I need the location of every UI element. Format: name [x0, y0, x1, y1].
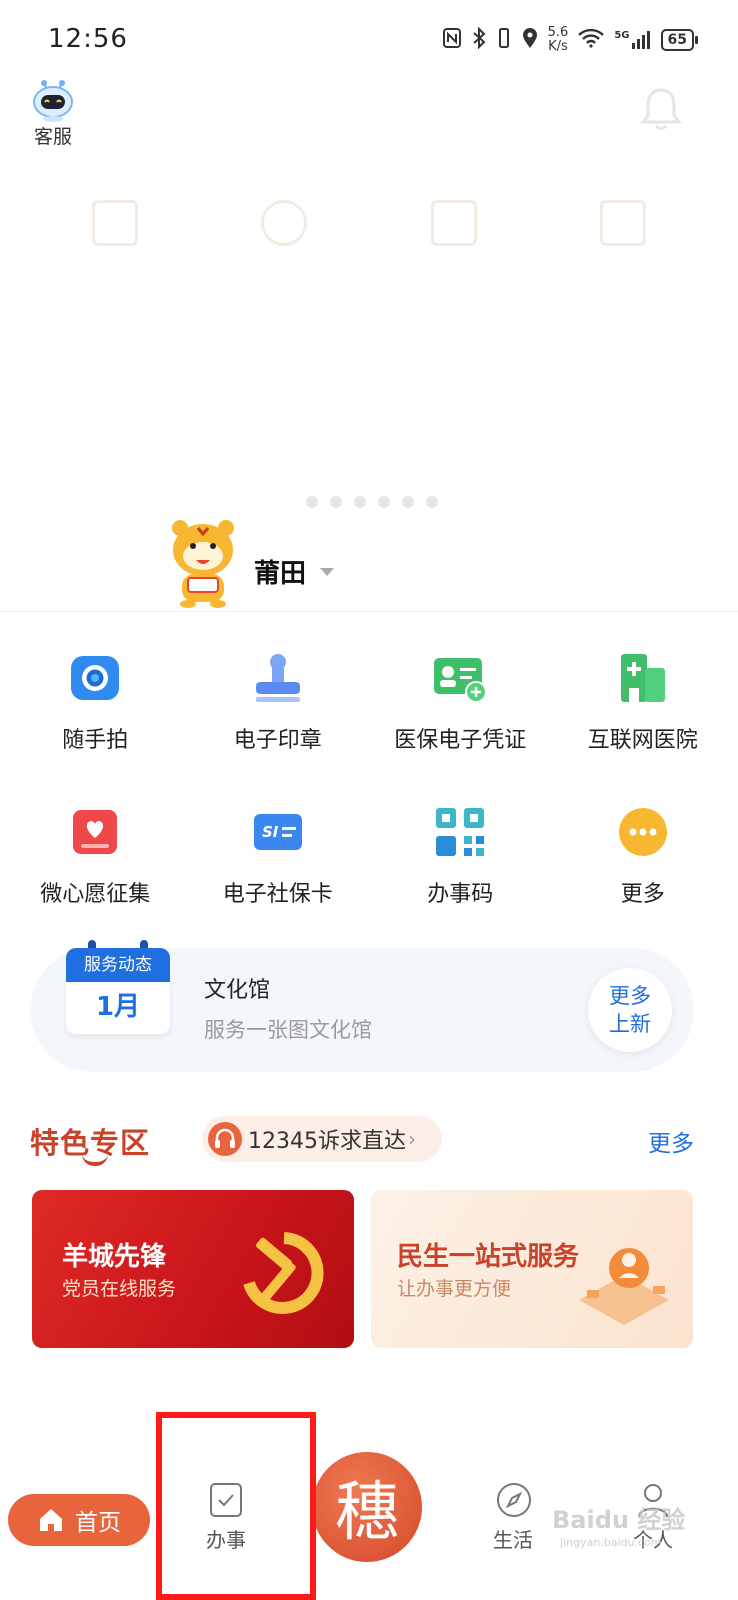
service-medical-insurance[interactable]: 医保电子凭证	[369, 650, 552, 754]
service-illustration-icon	[579, 1248, 669, 1325]
status-bar: 12:56 5.6 K/s 5G 65	[0, 0, 738, 80]
featured-more-link[interactable]: 更多	[648, 1124, 694, 1158]
bluetooth-icon	[472, 26, 486, 54]
banner-title: 民生一站式服务	[397, 1242, 580, 1272]
news-more-button[interactable]: 更多 上新	[588, 968, 672, 1052]
calendar-month: 1月	[66, 982, 170, 1034]
service-e-seal[interactable]: 电子印章	[187, 650, 370, 754]
hospital-icon	[615, 650, 671, 706]
notification-bell-icon[interactable]	[639, 86, 683, 132]
calendar-icon[interactable]	[91, 200, 138, 246]
caret-down-icon	[320, 567, 335, 576]
nav-center-logo[interactable]: 穗	[312, 1452, 422, 1562]
banner-party-service[interactable]: 羊城先锋 党员在线服务	[32, 1190, 354, 1348]
services-grid: 随手拍 电子印章 医保电子凭证 互联网医院 微心愿征集 SI 电子社保卡 办事码…	[0, 650, 738, 908]
banner-title: 羊城先锋	[62, 1242, 167, 1272]
service-internet-hospital[interactable]: 互联网医院	[552, 650, 735, 754]
nav-home-label: 首页	[75, 1510, 121, 1536]
location-icon	[522, 27, 538, 54]
news-title: 文化馆	[204, 978, 271, 1003]
carousel-dot[interactable]	[330, 496, 342, 508]
stamp-icon	[250, 650, 306, 706]
form-icon[interactable]	[600, 200, 647, 246]
social-security-card-icon: SI	[250, 804, 306, 860]
service-camera[interactable]: 随手拍	[4, 650, 187, 754]
baidu-watermark-url: jingyan.baidu.com	[560, 1536, 662, 1549]
hotline-chip[interactable]: 12345诉求直达 ›	[202, 1116, 442, 1162]
headset-icon	[208, 1122, 242, 1156]
customer-service-button[interactable]: 客服	[28, 78, 78, 149]
wish-icon	[67, 804, 123, 860]
banner-subtitle: 党员在线服务	[62, 1278, 177, 1300]
more-icon	[615, 804, 671, 860]
nav-life-label: 生活	[493, 1528, 533, 1552]
insurance-card-icon	[432, 650, 488, 706]
hotline-label: 12345诉求直达	[248, 1129, 406, 1154]
camera-icon	[67, 650, 123, 706]
divider	[0, 611, 738, 612]
baidu-watermark: Baidu 经验	[552, 1506, 686, 1534]
svg-text:SI: SI	[262, 823, 279, 841]
service-social-security-card[interactable]: SI 电子社保卡	[187, 804, 370, 908]
banner-quick-icons	[0, 200, 738, 246]
tiger-mascot-icon	[158, 516, 248, 608]
robot-icon	[31, 78, 75, 122]
battery-indicator: 65	[660, 29, 699, 51]
banner-subtitle: 让办事更方便	[397, 1278, 512, 1300]
home-icon	[40, 1509, 62, 1531]
service-more[interactable]: 更多	[552, 804, 735, 908]
carousel-dot[interactable]	[378, 496, 390, 508]
service-wish-collection[interactable]: 微心愿征集	[4, 804, 187, 908]
carousel-dot[interactable]	[354, 496, 366, 508]
carousel-dot[interactable]	[402, 496, 414, 508]
title-smile-decoration	[82, 1154, 108, 1166]
signal-bars-icon	[631, 31, 650, 49]
wifi-icon	[578, 28, 605, 53]
carousel-indicator	[306, 496, 438, 508]
customer-service-label: 客服	[33, 126, 72, 148]
nfc-icon	[442, 27, 462, 54]
group-icon[interactable]	[261, 200, 308, 246]
service-affairs-code[interactable]: 办事码	[369, 804, 552, 908]
city-name: 莆田	[254, 559, 307, 589]
status-icons: 5.6 K/s 5G 65	[442, 25, 699, 54]
nav-home[interactable]: 首页	[8, 1494, 150, 1546]
status-time: 12:56	[48, 24, 128, 54]
news-subtitle: 服务一张图文化馆	[204, 1018, 372, 1042]
banner-livelihood-service[interactable]: 民生一站式服务 让办事更方便	[371, 1190, 693, 1348]
network-speed: 5.6 K/s	[547, 25, 569, 54]
carousel-dot[interactable]	[426, 496, 438, 508]
hammer-sickle-icon	[243, 1232, 324, 1314]
service-news-card[interactable]: 服务动态 1月 文化馆 服务一张图文化馆 更多 上新	[30, 940, 694, 1072]
calendar-icon: 服务动态 1月	[66, 940, 170, 1044]
cellular-signal: 5G	[614, 30, 650, 50]
certificate-icon[interactable]	[430, 200, 477, 246]
city-selector[interactable]: 莆田	[254, 553, 335, 590]
qr-code-icon	[432, 804, 488, 860]
highlight-annotation	[156, 1412, 316, 1600]
calendar-header: 服务动态	[66, 948, 170, 982]
compass-icon	[496, 1482, 531, 1518]
carousel-dot[interactable]	[306, 496, 318, 508]
nav-life[interactable]: 生活	[468, 1482, 558, 1553]
vibrate-icon	[496, 27, 512, 54]
chevron-right-icon: ›	[408, 1127, 416, 1151]
